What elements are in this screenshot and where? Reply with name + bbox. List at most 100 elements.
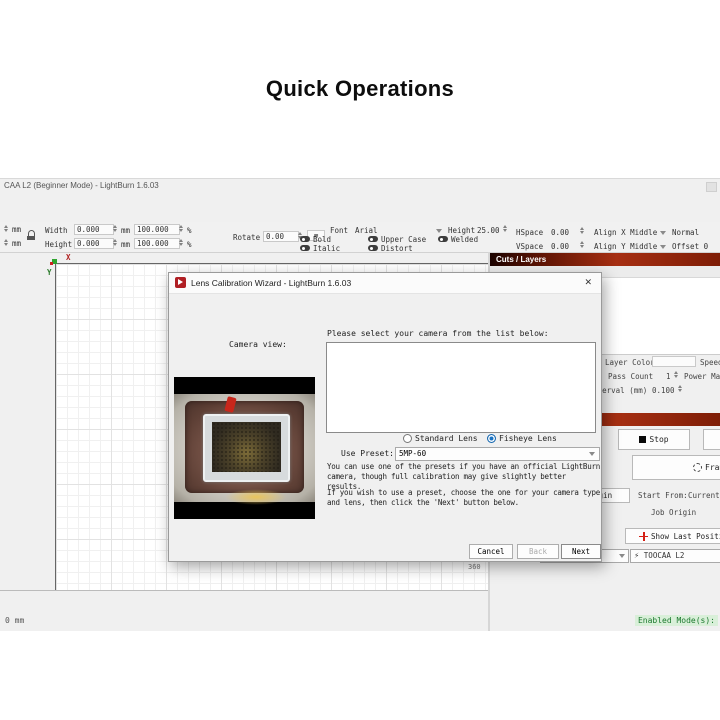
close-icon[interactable]: ✕ bbox=[584, 277, 592, 288]
offset-value[interactable]: Offset 0 bbox=[672, 242, 708, 251]
stop-label: Stop bbox=[649, 435, 668, 444]
speed-label: Speed bbox=[700, 358, 720, 367]
hspace-value[interactable]: 0.00 bbox=[551, 228, 569, 237]
cancel-button[interactable]: Cancel bbox=[469, 544, 513, 559]
pass-count-label: Pass Count bbox=[608, 372, 653, 381]
camera-select-prompt: Please select your camera from the list … bbox=[327, 329, 549, 338]
rotate-label: Rotate bbox=[233, 233, 260, 242]
unit-top[interactable]: mm bbox=[12, 225, 21, 234]
height-unit: mm bbox=[121, 240, 130, 249]
frame-button[interactable]: Frame bbox=[632, 455, 720, 480]
pass-count-value[interactable]: 1 bbox=[666, 372, 671, 381]
back-button[interactable]: Back bbox=[517, 544, 559, 559]
layer-color-swatch[interactable] bbox=[652, 356, 696, 367]
cuts-layers-header[interactable]: Cuts / Layers bbox=[490, 253, 720, 266]
width-unit: mm bbox=[121, 226, 130, 235]
height-scale-spinner[interactable] bbox=[179, 239, 183, 246]
window-controls[interactable] bbox=[706, 182, 717, 192]
font-height-label: Height bbox=[448, 226, 475, 235]
font-height-spinner[interactable] bbox=[503, 225, 507, 232]
vspace-spinner[interactable] bbox=[580, 241, 584, 248]
font-combo-chevron-icon[interactable] bbox=[436, 229, 442, 233]
align-x-chevron-icon[interactable] bbox=[660, 231, 666, 235]
unit-spinner-bottom[interactable] bbox=[4, 239, 8, 246]
upper-case-checkbox[interactable] bbox=[368, 236, 378, 242]
origin-marker bbox=[52, 259, 57, 264]
start-from-label: Start From: bbox=[638, 491, 688, 500]
preset-combo[interactable]: 5MP-60 bbox=[395, 447, 600, 461]
standard-lens-label[interactable]: Standard Lens bbox=[415, 434, 478, 443]
height-input[interactable]: 0.000 bbox=[74, 238, 114, 249]
width-input[interactable]: 0.000 bbox=[74, 224, 114, 235]
align-y-chevron-icon[interactable] bbox=[660, 245, 666, 249]
interval-spinner[interactable] bbox=[678, 385, 682, 392]
welded-label: Welded bbox=[451, 235, 478, 244]
use-preset-label: Use Preset: bbox=[341, 449, 394, 458]
window-title: CAA L2 (Beginner Mode) - LightBurn 1.6.0… bbox=[4, 181, 159, 190]
fisheye-lens-label[interactable]: Fisheye Lens bbox=[499, 434, 557, 443]
hspace-spinner[interactable] bbox=[580, 227, 584, 234]
distort-checkbox[interactable] bbox=[368, 245, 378, 251]
font-label: Font bbox=[330, 226, 348, 235]
camera-photo bbox=[174, 394, 315, 502]
toolbar-button-fragment[interactable] bbox=[703, 429, 720, 450]
fisheye-lens-radio[interactable] bbox=[487, 434, 496, 443]
distort-label: Distort bbox=[381, 244, 413, 253]
upper-case-label: Upper Case bbox=[381, 235, 426, 244]
height-percent: % bbox=[187, 240, 192, 249]
crosshair-red-icon bbox=[639, 532, 648, 541]
dialog-titlebar[interactable]: Lens Calibration Wizard - LightBurn 1.6.… bbox=[169, 273, 601, 294]
transform-toolbar: mm mm Width 0.000 mm 100.000 % Height 0.… bbox=[0, 222, 720, 253]
start-from-combo[interactable]: Current Position bbox=[688, 491, 720, 500]
italic-checkbox[interactable] bbox=[300, 245, 310, 251]
align-y-combo[interactable]: Align Y Middle bbox=[594, 242, 657, 251]
device-connection-icon: ⚡ bbox=[634, 551, 639, 560]
unit-bottom[interactable]: mm bbox=[12, 239, 21, 248]
width-spinner[interactable] bbox=[113, 225, 117, 232]
show-last-label: Show Last Position bbox=[651, 532, 720, 541]
axis-x-label: X bbox=[66, 253, 71, 262]
height-scale-input[interactable]: 100.000 bbox=[134, 238, 180, 249]
camera-listbox[interactable] bbox=[326, 342, 596, 433]
preset-instruction-paragraph: If you wish to use a preset, choose the … bbox=[327, 488, 603, 508]
frame-circle-icon bbox=[693, 463, 702, 472]
ruler-right-label: 360 bbox=[468, 563, 481, 571]
stop-button[interactable]: Stop bbox=[618, 429, 690, 450]
camera-preview-image bbox=[174, 377, 315, 519]
style-combo[interactable]: Normal bbox=[672, 228, 699, 237]
width-scale-spinner[interactable] bbox=[179, 225, 183, 232]
status-position: 0 mm bbox=[5, 616, 24, 625]
pass-count-spinner[interactable] bbox=[674, 371, 678, 378]
show-last-position-button[interactable]: Show Last Position bbox=[625, 528, 720, 544]
height-label: Height bbox=[45, 240, 72, 249]
lock-aspect-icon[interactable] bbox=[27, 230, 35, 239]
align-x-combo[interactable]: Align X Middle bbox=[594, 228, 657, 237]
dialog-title: Lens Calibration Wizard - LightBurn 1.6.… bbox=[191, 278, 351, 288]
vspace-value[interactable]: 0.00 bbox=[551, 242, 569, 251]
width-label: Width bbox=[45, 226, 68, 235]
window-titlebar[interactable]: CAA L2 (Beginner Mode) - LightBurn 1.6.0… bbox=[0, 179, 720, 193]
font-family-combo[interactable]: Arial bbox=[355, 226, 378, 235]
power-label: Power Max bbox=[684, 372, 720, 381]
font-height-value[interactable]: 25.00 bbox=[477, 226, 500, 235]
width-scale-input[interactable]: 100.000 bbox=[134, 224, 180, 235]
rotate-input[interactable]: 0.00 bbox=[263, 231, 299, 242]
preset-value: 5MP-60 bbox=[399, 449, 426, 458]
page: Quick Operations CAA L2 (Beginner Mode) … bbox=[0, 0, 720, 720]
lens-calibration-dialog: Lens Calibration Wizard - LightBurn 1.6.… bbox=[168, 272, 602, 562]
hspace-label: HSpace bbox=[516, 228, 543, 237]
device-name: TOOCAA L2 bbox=[644, 551, 685, 560]
device-combo[interactable]: ⚡ TOOCAA L2 bbox=[630, 549, 720, 563]
width-percent: % bbox=[187, 226, 192, 235]
unit-spinner-top[interactable] bbox=[4, 225, 8, 232]
height-spinner[interactable] bbox=[113, 239, 117, 246]
welded-checkbox[interactable] bbox=[438, 236, 448, 242]
standard-lens-radio[interactable] bbox=[403, 434, 412, 443]
bold-checkbox[interactable] bbox=[300, 236, 310, 242]
status-enabled-modes: Enabled Mode(s): bbox=[635, 615, 718, 626]
next-button[interactable]: Next bbox=[561, 544, 601, 559]
job-origin-label: Job Origin bbox=[651, 508, 696, 517]
interval-value[interactable]: 0.100 bbox=[652, 386, 675, 395]
lightburn-logo-icon bbox=[175, 277, 186, 288]
frame-label: Frame bbox=[705, 463, 720, 472]
